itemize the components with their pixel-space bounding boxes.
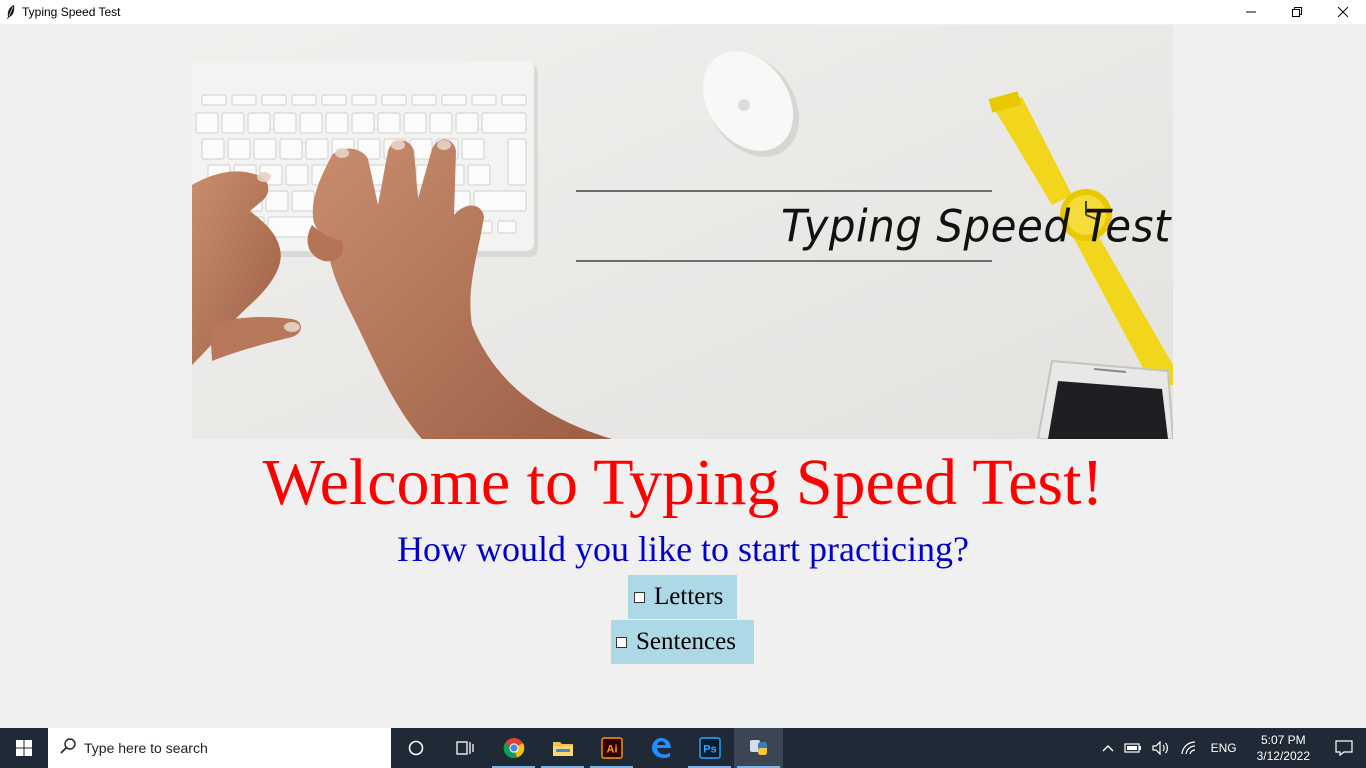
volume-icon[interactable] xyxy=(1147,728,1175,768)
letters-checkbutton[interactable]: Letters xyxy=(628,575,737,619)
language-indicator[interactable]: ENG xyxy=(1203,741,1245,755)
minimize-icon[interactable] xyxy=(1228,0,1274,24)
cortana-icon[interactable] xyxy=(391,728,440,768)
chrome-icon[interactable] xyxy=(489,728,538,768)
window-controls xyxy=(1228,0,1366,24)
python-icon[interactable] xyxy=(734,728,783,768)
banner-title: Typing Speed Test xyxy=(781,200,1171,252)
photoshop-icon[interactable]: Ps xyxy=(685,728,734,768)
practice-question: How would you like to start practicing? xyxy=(397,529,969,569)
task-view-icon[interactable] xyxy=(440,728,489,768)
taskbar-clock[interactable]: 5:07 PM 3/12/2022 xyxy=(1245,732,1322,764)
search-placeholder: Type here to search xyxy=(84,740,208,756)
sentences-label: Sentences xyxy=(636,628,736,655)
letters-checkbox[interactable] xyxy=(634,591,645,603)
chevron-up-icon[interactable] xyxy=(1097,728,1119,768)
illustrator-label: Ai xyxy=(606,744,617,756)
close-icon[interactable] xyxy=(1320,0,1366,24)
restore-icon[interactable] xyxy=(1274,0,1320,24)
taskbar-search-box[interactable]: Type here to search xyxy=(48,728,391,768)
clock-date: 3/12/2022 xyxy=(1256,749,1310,763)
file-explorer-icon[interactable] xyxy=(538,728,587,768)
clock-time: 5:07 PM xyxy=(1260,733,1306,747)
banner-image: Typing Speed Test xyxy=(192,25,1173,439)
photoshop-label: Ps xyxy=(703,744,716,756)
welcome-heading: Welcome to Typing Speed Test! xyxy=(262,446,1104,519)
window-titlebar: Typing Speed Test xyxy=(0,0,1366,24)
letters-label: Letters xyxy=(654,583,724,610)
battery-icon[interactable] xyxy=(1119,728,1147,768)
sentences-checkbutton[interactable]: Sentences xyxy=(611,620,754,664)
feather-icon xyxy=(2,0,20,24)
search-icon xyxy=(60,737,76,759)
wifi-icon[interactable] xyxy=(1175,728,1203,768)
windows-taskbar: Type here to search Ai Ps ENG 5:07 PM 3/… xyxy=(0,728,1366,768)
window-title: Typing Speed Test xyxy=(22,5,121,19)
notification-icon[interactable] xyxy=(1322,728,1366,768)
illustrator-icon[interactable]: Ai xyxy=(587,728,636,768)
sentences-checkbox[interactable] xyxy=(616,636,627,648)
edge-icon[interactable] xyxy=(636,728,685,768)
system-tray: ENG 5:07 PM 3/12/2022 xyxy=(1097,728,1366,768)
windows-start-icon[interactable] xyxy=(0,728,48,768)
phone-illustration xyxy=(1036,359,1173,439)
